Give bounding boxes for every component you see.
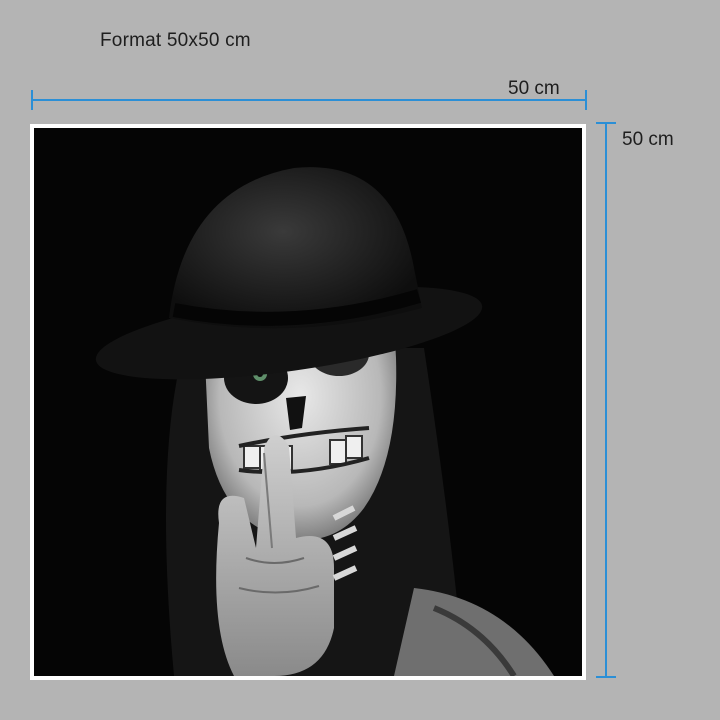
height-measure-cap-bottom bbox=[596, 676, 616, 678]
width-measure-cap-right bbox=[585, 90, 587, 110]
height-measure-line bbox=[605, 122, 607, 678]
height-measure-cap-top bbox=[596, 122, 616, 124]
width-measure-line bbox=[31, 99, 587, 101]
height-label: 50 cm bbox=[622, 129, 674, 150]
width-measure-cap-left bbox=[31, 90, 33, 110]
format-title: Format 50x50 cm bbox=[100, 30, 251, 51]
portrait-illustration bbox=[95, 167, 554, 676]
width-label: 50 cm bbox=[508, 78, 560, 99]
canvas-frame bbox=[30, 124, 586, 680]
artwork-photo bbox=[34, 128, 582, 676]
